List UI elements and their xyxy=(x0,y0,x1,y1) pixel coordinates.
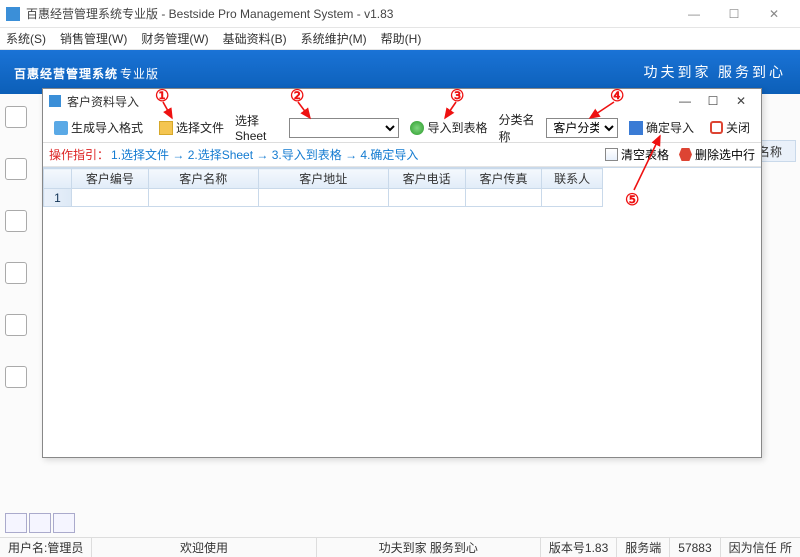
sidebar-btn-5[interactable] xyxy=(5,314,27,336)
col-customer-fax[interactable]: 客户传真 xyxy=(465,169,542,189)
status-user: 用户名:管理员 xyxy=(0,538,92,557)
main-close-button[interactable]: ✕ xyxy=(754,0,794,28)
dialog-toolbar: 生成导入格式 选择文件 选择Sheet 导入到表格 分类名称 客户分类1 确定导… xyxy=(43,113,761,143)
grid-row[interactable]: 1 xyxy=(44,189,603,207)
statusbar: 用户名:管理员 欢迎使用 功夫到家 服务到心 版本号1.83 服务端 57883… xyxy=(0,537,800,557)
status-version: 版本号1.83 xyxy=(541,538,617,557)
dialog-maximize-button[interactable]: ☐ xyxy=(699,91,727,111)
guide-label: 操作指引： xyxy=(49,146,109,163)
menubar: 系统(S) 销售管理(W) 财务管理(W) 基础资料(B) 系统维护(M) 帮助… xyxy=(0,28,800,50)
delete-row-button[interactable]: 删除选中行 xyxy=(679,146,755,163)
category-label: 分类名称 xyxy=(498,111,540,145)
app-icon xyxy=(6,7,20,21)
dialog-titlebar: 客户资料导入 — ☐ ✕ xyxy=(43,89,761,113)
doc-icon xyxy=(605,148,618,161)
col-customer-address[interactable]: 客户地址 xyxy=(258,169,388,189)
guide-steps: 1.选择文件 → 2.选择Sheet → 3.导入到表格 → 4.确定导入 xyxy=(111,146,418,163)
import-icon xyxy=(410,121,424,135)
guide-bar: 操作指引： 1.选择文件 → 2.选择Sheet → 3.导入到表格 → 4.确… xyxy=(43,143,761,167)
status-slogan: 功夫到家 服务到心 xyxy=(317,538,541,557)
dialog-title: 客户资料导入 xyxy=(67,93,139,110)
confirm-import-button[interactable]: 确定导入 xyxy=(624,117,699,138)
close-button[interactable]: 关闭 xyxy=(705,117,755,138)
col-customer-name[interactable]: 客户名称 xyxy=(148,169,258,189)
gen-icon xyxy=(54,121,68,135)
import-dialog: 客户资料导入 — ☐ ✕ 生成导入格式 选择文件 选择Sheet 导入到表格 分… xyxy=(42,88,762,458)
col-customer-no[interactable]: 客户编号 xyxy=(72,169,149,189)
main-titlebar: 百惠经营管理系统专业版 - Bestside Pro Management Sy… xyxy=(0,0,800,28)
bottom-tab-1[interactable] xyxy=(5,513,27,533)
status-port: 57883 xyxy=(670,538,720,557)
bottom-tab-3[interactable] xyxy=(53,513,75,533)
sidebar-btn-4[interactable] xyxy=(5,262,27,284)
dialog-icon xyxy=(49,95,61,107)
brand-text: 百惠经营管理系统专业版 xyxy=(14,61,159,84)
stop-icon xyxy=(710,121,723,134)
sheet-combo[interactable] xyxy=(289,118,399,138)
sidebar-btn-2[interactable] xyxy=(5,158,27,180)
col-customer-phone[interactable]: 客户电话 xyxy=(388,169,465,189)
category-combo[interactable]: 客户分类1 xyxy=(546,118,618,138)
choose-file-button[interactable]: 选择文件 xyxy=(154,117,229,138)
menu-maintain[interactable]: 系统维护(M) xyxy=(301,30,367,47)
dialog-minimize-button[interactable]: — xyxy=(671,91,699,111)
menu-sales[interactable]: 销售管理(W) xyxy=(60,30,127,47)
grid-corner xyxy=(44,169,72,189)
menu-system[interactable]: 系统(S) xyxy=(6,30,46,47)
menu-finance[interactable]: 财务管理(W) xyxy=(141,30,208,47)
choose-sheet-label: 选择Sheet xyxy=(235,112,283,143)
menu-basedata[interactable]: 基础资料(B) xyxy=(223,30,287,47)
app-title: 百惠经营管理系统专业版 - Bestside Pro Management Sy… xyxy=(26,5,393,22)
clear-grid-button[interactable]: 清空表格 xyxy=(605,146,669,163)
status-trust: 因为信任 所 xyxy=(721,538,800,557)
col-contact[interactable]: 联系人 xyxy=(542,169,603,189)
menu-help[interactable]: 帮助(H) xyxy=(381,30,422,47)
sidebar-btn-3[interactable] xyxy=(5,210,27,232)
sidebar xyxy=(5,106,37,388)
bottom-tab-2[interactable] xyxy=(29,513,51,533)
import-grid[interactable]: 客户编号 客户名称 客户地址 客户电话 客户传真 联系人 1 xyxy=(43,167,761,457)
bottom-tabs xyxy=(5,513,75,533)
grid-header-row: 客户编号 客户名称 客户地址 客户电话 客户传真 联系人 xyxy=(44,169,603,189)
main-minimize-button[interactable]: — xyxy=(674,0,714,28)
status-server: 服务端 xyxy=(617,538,670,557)
save-icon xyxy=(629,121,643,135)
gen-format-button[interactable]: 生成导入格式 xyxy=(49,117,148,138)
import-to-grid-button[interactable]: 导入到表格 xyxy=(405,117,492,138)
sidebar-btn-1[interactable] xyxy=(5,106,27,128)
dialog-close-button[interactable]: ✕ xyxy=(727,91,755,111)
sidebar-btn-6[interactable] xyxy=(5,366,27,388)
status-welcome: 欢迎使用 xyxy=(92,538,316,557)
row-number: 1 xyxy=(44,189,72,207)
banner-slogan: 功夫到家 服务到心 xyxy=(644,62,787,82)
main-maximize-button[interactable]: ☐ xyxy=(714,0,754,28)
folder-icon xyxy=(159,121,173,135)
delete-icon xyxy=(679,148,692,161)
